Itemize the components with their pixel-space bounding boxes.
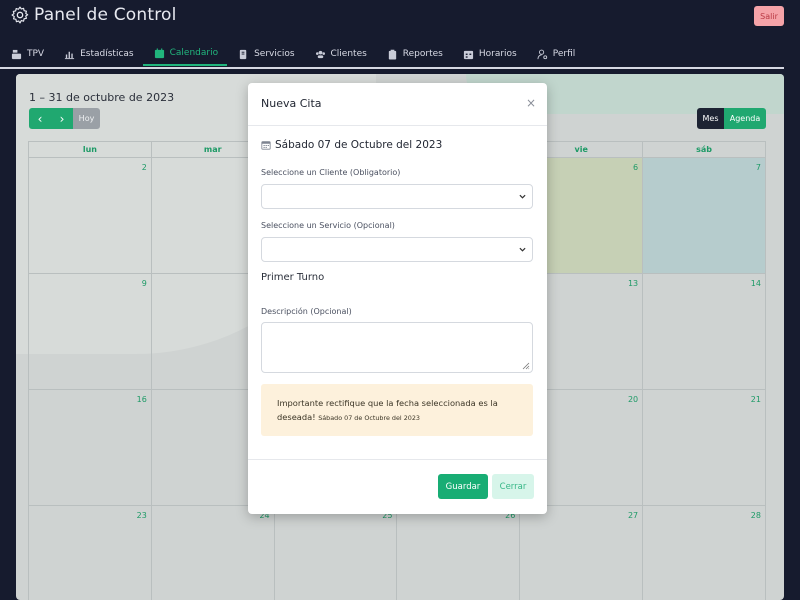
selected-date: Sábado 07 de Octubre del 2023 — [261, 139, 442, 151]
client-select-label: Seleccione un Cliente (Obligatorio) — [261, 168, 401, 177]
modal-title: Nueva Cita — [261, 97, 322, 110]
shift-section-title: Primer Turno — [261, 272, 325, 283]
modal-header: Nueva Cita × — [248, 83, 547, 126]
chevron-down-icon — [519, 247, 526, 252]
selected-date-text: Sábado 07 de Octubre del 2023 — [275, 139, 443, 151]
new-appointment-modal: Nueva Cita × Sábado 07 de Octubre del 20… — [248, 83, 547, 514]
resize-handle-icon[interactable] — [522, 362, 530, 370]
client-select[interactable] — [261, 184, 533, 209]
service-select[interactable] — [261, 237, 533, 262]
close-icon[interactable]: × — [526, 97, 536, 109]
save-button[interactable]: Guardar — [438, 474, 488, 499]
calendar-icon — [261, 141, 271, 150]
warning-alert: Importante rectifique que la fecha selec… — [261, 384, 533, 436]
cancel-button[interactable]: Cerrar — [492, 474, 534, 499]
description-label: Descripción (Opcional) — [261, 307, 352, 316]
modal-footer: Guardar Cerrar — [248, 459, 547, 514]
alert-date: Sábado 07 de Octubre del 2023 — [318, 414, 420, 422]
service-select-label: Seleccione un Servicio (Opcional) — [261, 221, 395, 230]
description-textarea[interactable] — [261, 322, 533, 373]
chevron-down-icon — [519, 194, 526, 199]
